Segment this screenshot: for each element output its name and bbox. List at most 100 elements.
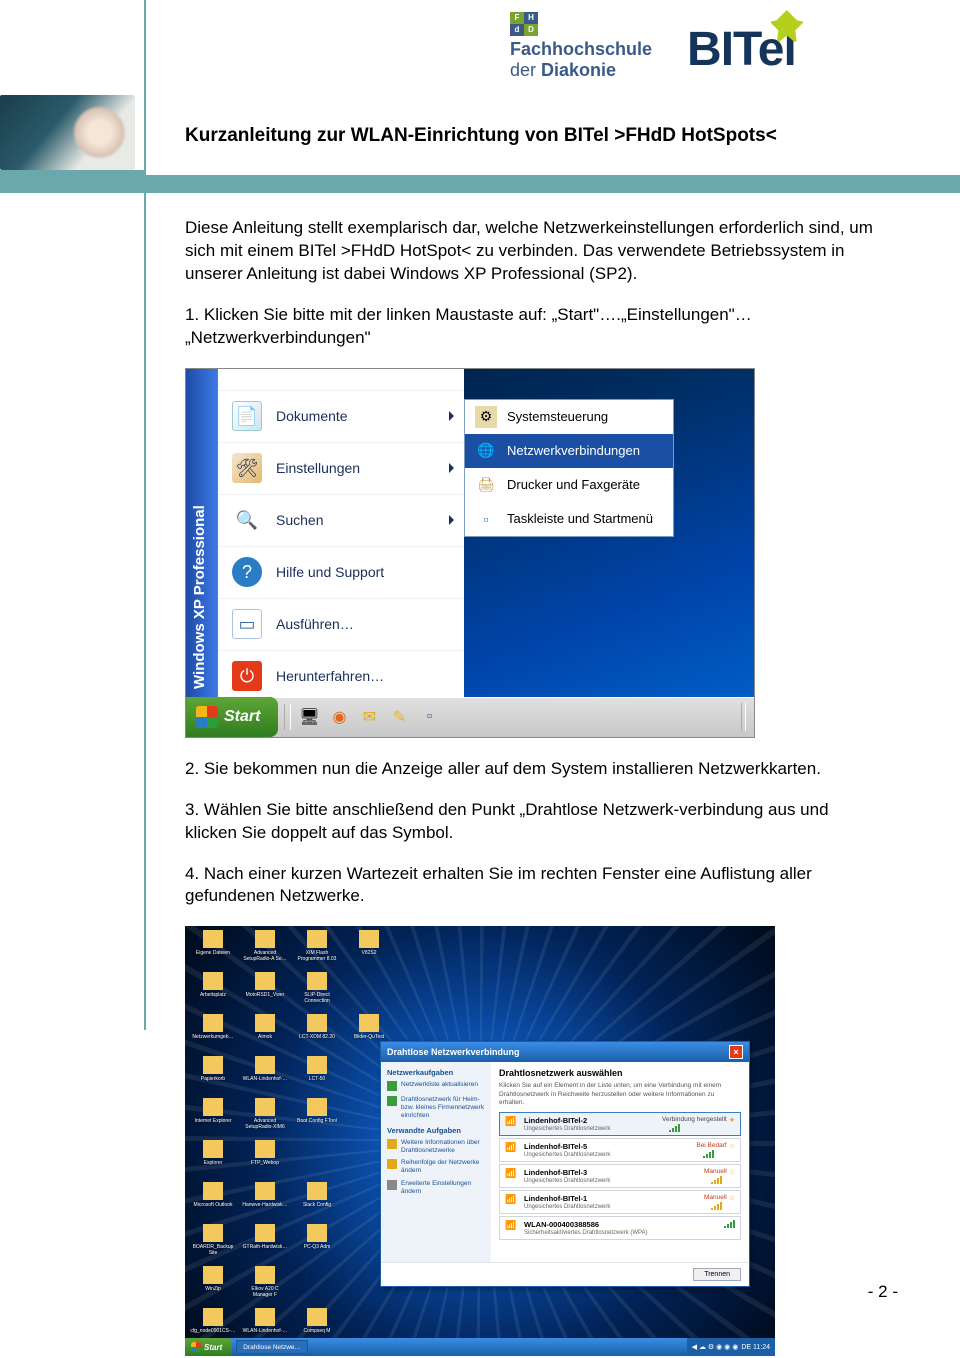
sub-taskbar[interactable]: ▫ Taskleiste und Startmenü — [465, 502, 673, 536]
desktop-icon[interactable]: Papierkorb — [189, 1056, 237, 1094]
sub-control-panel[interactable]: ⚙ Systemsteuerung — [465, 400, 673, 434]
quick-app-icon[interactable]: ▫ — [417, 705, 441, 729]
network-name: Lindenhof-BITel-3 — [524, 1168, 699, 1177]
logo-block: FH dD Fachhochschule der Diakonie BITel — [510, 12, 910, 92]
desktop-icon[interactable]: Eigene Dateien — [189, 930, 237, 968]
desktop-icon[interactable]: PC-Q3 Adm — [293, 1224, 341, 1262]
desktop-icon[interactable]: Aimok — [241, 1014, 289, 1052]
desktop-icon[interactable] — [345, 972, 393, 1010]
desktop-icon[interactable]: Advanced SetupRadio-XIM6 — [241, 1098, 289, 1136]
quick-firefox-icon[interactable]: ◉ — [327, 705, 351, 729]
desktop-icon[interactable]: Hanwve-Hardwisk… — [241, 1182, 289, 1220]
network-security: Ungesichertes Drahtlosnetzwerk — [524, 1204, 699, 1210]
desktop-icon[interactable]: LCT-50 — [293, 1056, 341, 1094]
desktop-icon[interactable]: Microsoft Outlook — [189, 1182, 237, 1220]
desktop-icon[interactable]: XIM Flash Programmer 8.03 — [293, 930, 341, 968]
network-item[interactable]: 📶WLAN-000400388586Sicherheitsaktiviertes… — [499, 1216, 741, 1240]
signal-icon: 📶 — [505, 1142, 519, 1156]
menu-help[interactable]: ? Hilfe und Support — [218, 547, 464, 599]
dialog-title-text: Drahtlose Netzwerkverbindung — [387, 1047, 520, 1057]
favorite-star-icon: ☆ — [729, 1194, 735, 1202]
desktop-icon[interactable]: Slack Config — [293, 1182, 341, 1220]
menu-programs-truncated[interactable] — [218, 369, 464, 391]
info-icon — [387, 1139, 397, 1149]
step-1: 1. Klicken Sie bitte mit der linken Maus… — [185, 304, 885, 350]
favorite-star-icon: ☆ — [729, 1168, 735, 1176]
file-icon — [307, 972, 327, 990]
task-order[interactable]: Reihenfolge der Netzwerke ändern — [387, 1159, 485, 1175]
sub-network-connections[interactable]: 🌐 Netzwerkverbindungen — [465, 434, 673, 468]
dialog-titlebar[interactable]: Drahtlose Netzwerkverbindung × — [381, 1042, 749, 1062]
menu-label: Ausführen… — [276, 616, 354, 632]
desktop-icon[interactable]: MotoRSD1_Vwer — [241, 972, 289, 1010]
desktop-icon[interactable]: Internet Explorer — [189, 1098, 237, 1136]
desktop-icon[interactable]: V82S2 — [345, 930, 393, 968]
desktop-icon[interactable]: LCT-XDM 82.20 — [293, 1014, 341, 1052]
desktop-icon[interactable]: GTRath-Hardwisk… — [241, 1224, 289, 1262]
start-button[interactable]: Start — [186, 697, 278, 737]
file-icon — [359, 1014, 379, 1032]
file-icon — [307, 1182, 327, 1200]
menu-shutdown[interactable]: ⏻ Herunterfahren… — [218, 651, 464, 703]
menu-label: Suchen — [276, 512, 323, 528]
task-refresh[interactable]: Netzwerkliste aktualisieren — [387, 1081, 485, 1091]
search-icon: 🔍 — [232, 505, 262, 535]
signal-icon: 📶 — [505, 1220, 519, 1234]
desktop-icon[interactable] — [293, 1140, 341, 1178]
desktop-icon[interactable]: Netzwerkumgeb… — [189, 1014, 237, 1052]
network-item[interactable]: 📶Lindenhof-BITel-2Ungesichertes Drahtlos… — [499, 1112, 741, 1136]
start-button[interactable]: Start — [185, 1338, 232, 1356]
close-icon[interactable]: × — [729, 1045, 743, 1059]
home-net-icon — [387, 1096, 397, 1106]
quick-desktop-icon[interactable]: 🖥 — [297, 705, 321, 729]
sub-printers[interactable]: 🖨 Drucker und Faxgeräte — [465, 468, 673, 502]
quick-mail-icon[interactable]: ✉ — [357, 705, 381, 729]
file-icon — [203, 1014, 223, 1032]
menu-run[interactable]: ▭ Ausführen… — [218, 599, 464, 651]
desktop-icon[interactable]: Explorer — [189, 1140, 237, 1178]
menu-documents[interactable]: 📄 Dokumente — [218, 391, 464, 443]
dialog-heading: Drahtlosnetzwerk auswählen — [499, 1068, 741, 1078]
dialog-sidebar: Netzwerkaufgaben Netzwerkliste aktualisi… — [381, 1062, 491, 1262]
network-security: Ungesichertes Drahtlosnetzwerk — [524, 1126, 657, 1132]
system-tray[interactable]: ◀ ☁ ⚙ ◉ ◉ ◉ DE 11:24 — [687, 1338, 775, 1356]
network-item[interactable]: 📶Lindenhof-BITel-1Ungesichertes Drahtlos… — [499, 1190, 741, 1214]
desktop-icon[interactable]: SLIP-Direct Connection — [293, 972, 341, 1010]
shutdown-icon: ⏻ — [232, 661, 262, 691]
file-icon — [307, 1308, 327, 1326]
signal-bars-icon — [696, 1150, 714, 1158]
desktop-icon[interactable]: Advanced SetupRadio-A Se… — [241, 930, 289, 968]
taskbar: Start 🖥 ◉ ✉ ✎ ▫ — [186, 697, 754, 737]
task-advanced[interactable]: Erweiterte Einstellungen ändern — [387, 1180, 485, 1196]
desktop-icon[interactable] — [293, 1266, 341, 1304]
desktop-icon[interactable]: WLAN-Lindenhof-… — [241, 1056, 289, 1094]
menu-search[interactable]: 🔍 Suchen — [218, 495, 464, 547]
network-security: Sicherheitsaktiviertes Drahtlosnetzwerk … — [524, 1230, 712, 1236]
network-name: Lindenhof-BITel-2 — [524, 1116, 657, 1125]
desktop-icon[interactable]: Arbeitsplatz — [189, 972, 237, 1010]
network-item[interactable]: 📶Lindenhof-BITel-5Ungesichertes Drahtlos… — [499, 1138, 741, 1162]
gear-icon — [387, 1180, 397, 1190]
refresh-icon — [387, 1081, 397, 1091]
documents-icon: 📄 — [232, 401, 262, 431]
network-item[interactable]: 📶Lindenhof-BITel-3Ungesichertes Drahtlos… — [499, 1164, 741, 1188]
desktop-icon[interactable]: FTP_Webop — [241, 1140, 289, 1178]
task-more-info[interactable]: Weitere Informationen über Drahtlosnetzw… — [387, 1139, 485, 1155]
signal-bars-icon — [717, 1220, 735, 1228]
desktop-icon-label: WinZip — [205, 1286, 221, 1292]
file-icon — [359, 930, 379, 948]
menu-settings[interactable]: 🛠 Einstellungen — [218, 443, 464, 495]
network-status: Manuell — [704, 1194, 727, 1201]
xp-taskbar: Start Drahtlose Netzwe… ◀ ☁ ⚙ ◉ ◉ ◉ DE 1… — [185, 1338, 775, 1356]
desktop-icon[interactable]: BOARDR_Backup Site — [189, 1224, 237, 1262]
desktop-icon[interactable]: WinZip — [189, 1266, 237, 1304]
step-3: 3. Wählen Sie bitte anschließend den Pun… — [185, 799, 885, 845]
signal-icon: 📶 — [505, 1168, 519, 1182]
desktop-icon-label: Slack Config — [303, 1202, 331, 1208]
task-setup-home[interactable]: Drahtlosnetzwerk für Heim- bzw. kleines … — [387, 1096, 485, 1119]
connect-button[interactable]: Trennen — [693, 1268, 741, 1281]
taskbar-item[interactable]: Drahtlose Netzwe… — [236, 1340, 308, 1354]
desktop-icon[interactable]: Elkov A20 C Manager F — [241, 1266, 289, 1304]
desktop-icon[interactable]: Boot Config FTool — [293, 1098, 341, 1136]
quick-paint-icon[interactable]: ✎ — [387, 705, 411, 729]
